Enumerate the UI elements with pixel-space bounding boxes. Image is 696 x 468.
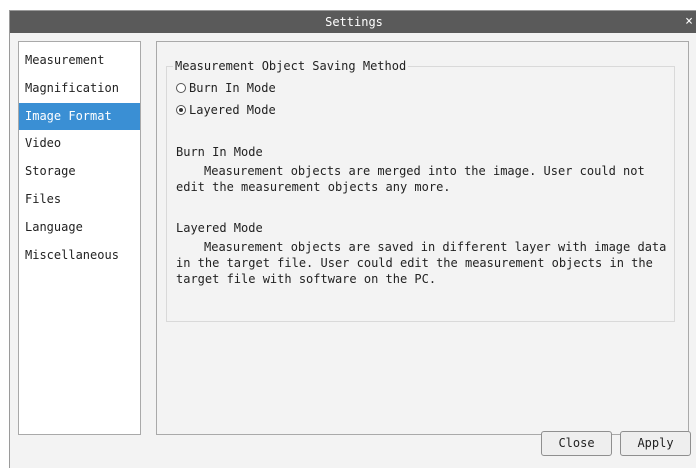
apply-button[interactable]: Apply <box>620 431 691 456</box>
layered-mode-label: Layered Mode <box>189 103 276 117</box>
layered-description-title: Layered Mode <box>176 221 263 235</box>
close-button[interactable]: Close <box>541 431 612 456</box>
layered-description-text: Measurement objects are saved in differe… <box>176 240 667 286</box>
sidebar-item-image-format[interactable]: Image Format <box>19 102 140 131</box>
close-icon[interactable]: × <box>682 11 696 33</box>
sidebar-item-files[interactable]: Files <box>19 186 140 214</box>
window-title: Settings <box>325 15 383 29</box>
burn-in-description-text: Measurement objects are merged into the … <box>176 164 645 194</box>
sidebar-item-language[interactable]: Language <box>19 214 140 242</box>
sidebar-item-storage[interactable]: Storage <box>19 158 140 186</box>
sidebar-item-video[interactable]: Video <box>19 130 140 158</box>
radio-unchecked-icon <box>176 83 186 93</box>
group-title: Measurement Object Saving Method <box>173 59 409 73</box>
burn-in-mode-radio[interactable]: Burn In Mode <box>176 81 276 95</box>
burn-in-mode-label: Burn In Mode <box>189 81 276 95</box>
sidebar-item-measurement[interactable]: Measurement <box>19 47 140 75</box>
layered-mode-radio[interactable]: Layered Mode <box>176 103 276 117</box>
title-bar: Settings × <box>10 11 696 33</box>
saving-method-group: Measurement Object Saving Method Burn In… <box>166 59 675 322</box>
sidebar-item-magnification[interactable]: Magnification <box>19 75 140 103</box>
settings-content-panel: Measurement Object Saving Method Burn In… <box>156 41 689 435</box>
settings-sidebar: Measurement Magnification Image Format V… <box>18 41 141 435</box>
radio-checked-icon <box>176 105 186 115</box>
sidebar-item-miscellaneous[interactable]: Miscellaneous <box>19 242 140 270</box>
burn-in-description-title: Burn In Mode <box>176 145 263 159</box>
